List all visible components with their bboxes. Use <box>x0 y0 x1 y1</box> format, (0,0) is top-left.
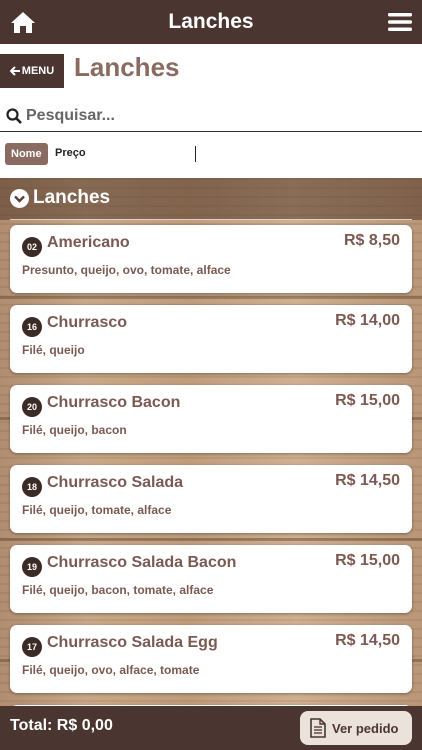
menu-list-area[interactable]: Lanches 02 Americano R$ 8,50 Presunto, q… <box>0 178 422 706</box>
product-price: R$ 15,00 <box>335 552 400 569</box>
product-description: Filé, queijo, tomate, alface <box>22 503 172 517</box>
product-card[interactable]: 17 Churrasco Salada Egg R$ 14,50 Filé, q… <box>10 625 412 693</box>
product-price: R$ 14,50 <box>335 472 400 489</box>
product-number-badge: 20 <box>22 397 42 417</box>
header-title: Lanches <box>168 10 254 33</box>
product-description: Filé, queijo <box>22 343 85 357</box>
product-list: 02 Americano R$ 8,50 Presunto, queijo, o… <box>10 225 412 706</box>
sort-bar: Nome Preço <box>0 132 422 178</box>
search-icon <box>6 107 22 124</box>
product-price: R$ 14,50 <box>335 632 400 649</box>
product-card[interactable]: 16 Churrasco R$ 14,00 Filé, queijo <box>10 305 412 373</box>
search-input[interactable] <box>26 106 386 125</box>
product-name: Churrasco Salada Bacon <box>47 554 237 571</box>
view-order-label: Ver pedido <box>332 720 399 736</box>
search-bar <box>0 100 422 132</box>
order-total: Total: R$ 0,00 <box>10 717 113 734</box>
menu-button-label: MENU <box>21 65 55 77</box>
product-description: Filé, queijo, bacon, tomate, alface <box>22 583 214 597</box>
product-number-badge: 19 <box>22 557 42 577</box>
sort-by-name-button[interactable]: Nome <box>5 143 48 165</box>
product-number-badge: 18 <box>22 477 42 497</box>
product-description: Presunto, queijo, ovo, tomate, alface <box>22 263 231 277</box>
arrow-left-icon <box>9 66 20 76</box>
page-title: Lanches <box>74 52 180 82</box>
home-icon[interactable] <box>10 10 36 34</box>
category-divider <box>10 219 412 220</box>
chevron-down-circle-icon <box>10 189 29 208</box>
product-card[interactable]: 02 Americano R$ 8,50 Presunto, queijo, o… <box>10 225 412 293</box>
back-to-menu-button[interactable]: MENU <box>0 54 64 88</box>
category-header[interactable]: Lanches <box>0 178 422 220</box>
product-number-badge: 17 <box>22 637 42 657</box>
product-card[interactable]: 19 Churrasco Salada Bacon R$ 15,00 Filé,… <box>10 545 412 613</box>
product-price: R$ 8,50 <box>343 232 400 249</box>
category-title: Lanches <box>33 187 111 208</box>
product-number-badge: 02 <box>22 237 42 257</box>
product-description: Filé, queijo, ovo, alface, tomate <box>22 663 200 677</box>
product-card[interactable]: 20 Churrasco Bacon R$ 15,00 Filé, queijo… <box>10 385 412 453</box>
product-name: Churrasco <box>47 314 128 331</box>
product-name: Americano <box>47 234 130 251</box>
hamburger-menu-icon[interactable] <box>388 12 412 32</box>
product-description: Filé, queijo, bacon <box>22 423 127 437</box>
view-order-button[interactable]: Ver pedido <box>300 711 412 745</box>
product-card[interactable]: 18 Churrasco Salada R$ 14,50 Filé, queij… <box>10 465 412 533</box>
text-cursor <box>195 146 196 162</box>
document-icon <box>310 718 326 738</box>
order-footer: Total: R$ 0,00 Ver pedido <box>0 706 422 750</box>
product-name: Churrasco Salada Egg <box>47 634 218 651</box>
subheader: MENU Lanches <box>0 44 422 100</box>
product-number-badge: 16 <box>22 317 42 337</box>
product-name: Churrasco Bacon <box>47 394 181 411</box>
product-price: R$ 15,00 <box>335 392 400 409</box>
product-price: R$ 14,00 <box>335 312 400 329</box>
sort-by-price-button[interactable]: Preço <box>55 147 86 159</box>
product-name: Churrasco Salada <box>47 474 184 491</box>
top-bar: Lanches <box>0 0 422 44</box>
